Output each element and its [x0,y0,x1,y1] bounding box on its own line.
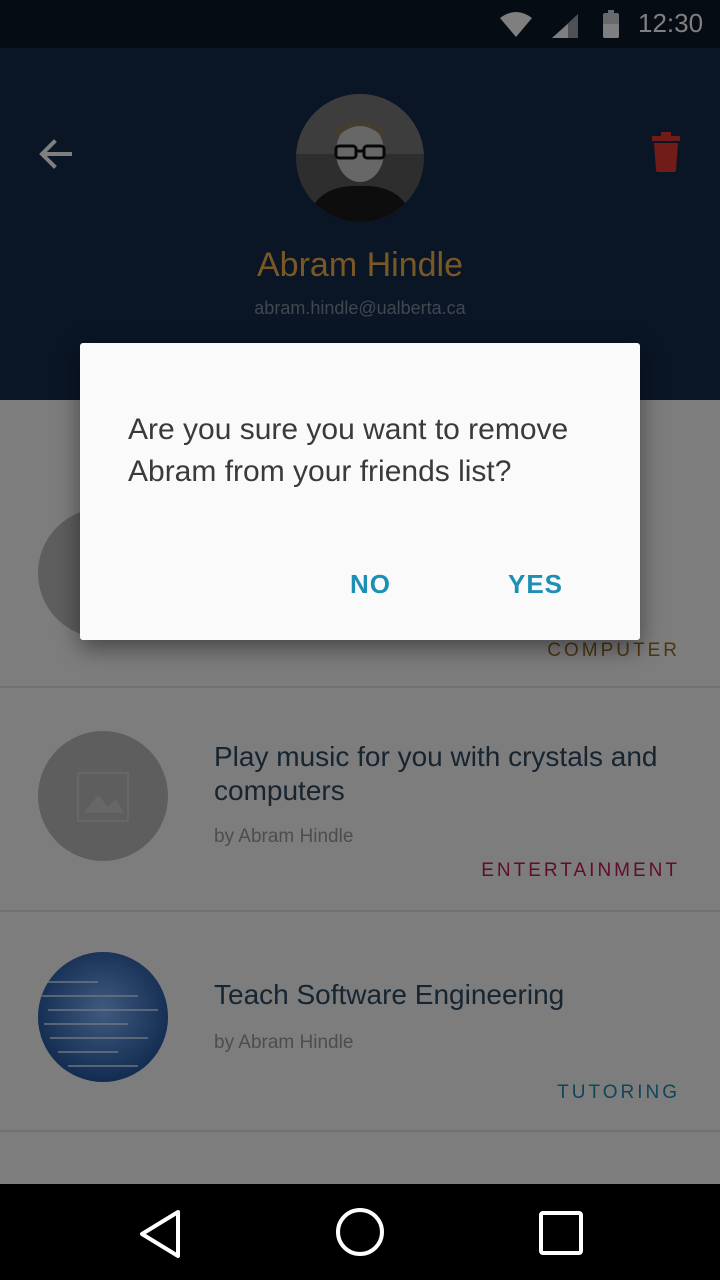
home-nav-icon[interactable] [334,1206,386,1258]
dialog-message: Are you sure you want to remove Abram fr… [128,413,569,488]
recents-nav-icon[interactable] [538,1210,584,1256]
back-nav-icon[interactable] [136,1208,184,1260]
yes-button[interactable]: YES [508,569,563,600]
app-screen: 12:30 Abram Hindle abram.hindle@ualberta… [0,0,720,1280]
confirm-remove-dialog: Are you sure you want to remove Abram fr… [80,343,640,640]
no-button[interactable]: NO [350,569,391,600]
system-nav-bar [0,1184,720,1280]
